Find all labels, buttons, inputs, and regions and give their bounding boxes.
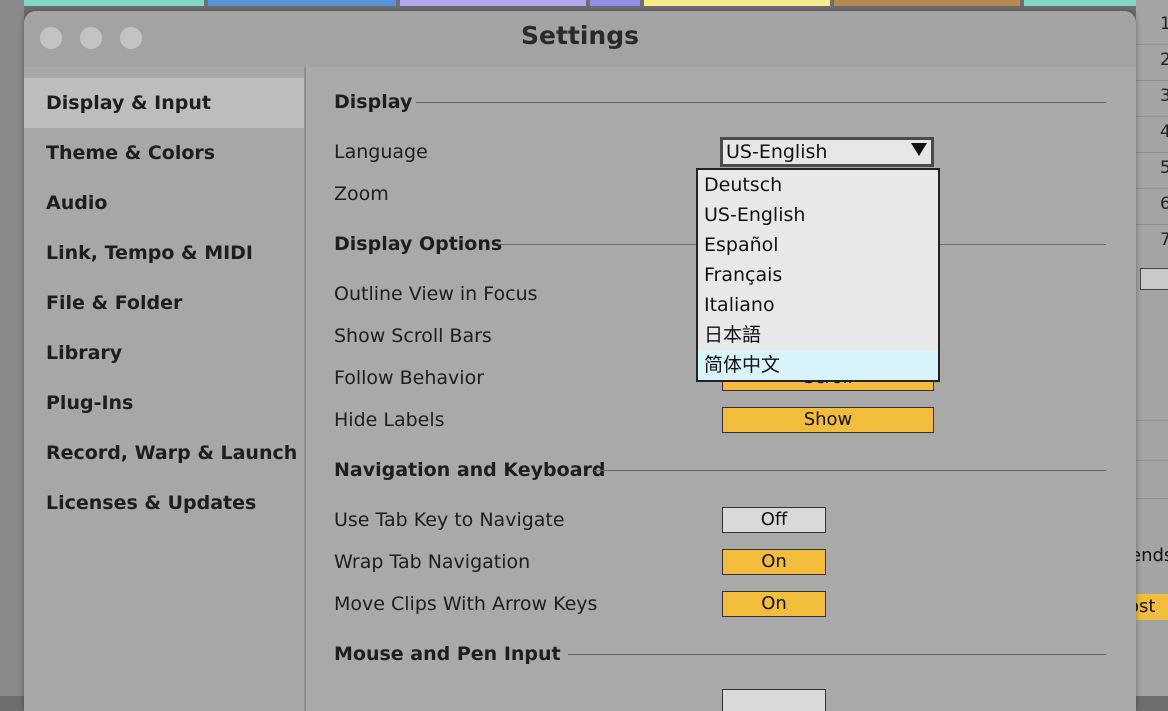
chevron-down-icon (911, 143, 927, 156)
sidebar-item-library[interactable]: Library (24, 328, 304, 378)
move-clips-label: Move Clips With Arrow Keys (334, 593, 598, 615)
background-text-fragment: ends (1136, 545, 1168, 566)
section-heading-display-options: Display Options (334, 233, 503, 255)
hide-labels-toggle[interactable]: Show (722, 407, 934, 433)
hide-labels-label: Hide Labels (334, 409, 445, 431)
section-divider (594, 470, 1106, 471)
track-number: 3 (1160, 86, 1168, 106)
track-number: 6 (1160, 194, 1168, 214)
settings-window: Settings Display & Input Theme & Colors … (24, 11, 1136, 711)
track-number: 5 (1160, 158, 1168, 178)
background-left-panel (0, 0, 24, 696)
language-option[interactable]: 日本語 (698, 320, 938, 350)
sidebar-item-file-folder[interactable]: File & Folder (24, 278, 304, 328)
language-option[interactable]: Español (698, 230, 938, 260)
wrap-tab-label: Wrap Tab Navigation (334, 551, 531, 573)
background-clip-strip (644, 0, 830, 6)
settings-content: Display Language US-English Zoom Display… (306, 67, 1136, 711)
settings-sidebar: Display & Input Theme & Colors Audio Lin… (24, 67, 306, 711)
sidebar-item-audio[interactable]: Audio (24, 178, 304, 228)
track-number: 1 (1160, 14, 1168, 34)
background-clip-strip (400, 0, 586, 6)
language-option[interactable]: Deutsch (698, 170, 938, 200)
language-option[interactable]: Italiano (698, 290, 938, 320)
tab-navigate-label: Use Tab Key to Navigate (334, 509, 565, 531)
sidebar-item-display-input[interactable]: Display & Input (24, 78, 304, 128)
section-heading-mouse-pen: Mouse and Pen Input (334, 643, 561, 665)
section-divider (568, 654, 1106, 655)
track-number: 2 (1160, 50, 1168, 70)
background-clip-strip (834, 0, 1020, 6)
language-option[interactable]: Français (698, 260, 938, 290)
title-bar: Settings (24, 11, 1136, 67)
background-track-panel: 1 2 3 4 5 6 7 ends ost (1136, 0, 1168, 696)
background-clip-strip (24, 0, 204, 6)
move-clips-toggle[interactable]: On (722, 591, 826, 617)
language-option[interactable]: US-English (698, 200, 938, 230)
outline-view-label: Outline View in Focus (334, 283, 538, 305)
language-dropdown-menu: Deutsch US-English Español Français Ital… (696, 168, 940, 382)
sidebar-item-plug-ins[interactable]: Plug-Ins (24, 378, 304, 428)
show-scroll-bars-label: Show Scroll Bars (334, 325, 492, 347)
wrap-tab-toggle[interactable]: On (722, 549, 826, 575)
language-select-value: US-English (726, 141, 828, 163)
track-number: 7 (1160, 230, 1168, 250)
follow-behavior-label: Follow Behavior (334, 367, 485, 389)
window-title: Settings (520, 21, 639, 50)
background-clip-strip (208, 0, 396, 6)
track-number: 4 (1160, 122, 1168, 142)
background-play-button[interactable] (1140, 268, 1168, 290)
background-clip-strip (590, 0, 640, 6)
section-divider (416, 102, 1106, 103)
sidebar-item-link-tempo-midi[interactable]: Link, Tempo & MIDI (24, 228, 304, 278)
section-heading-navigation: Navigation and Keyboard (334, 459, 606, 481)
sidebar-item-record-warp-launch[interactable]: Record, Warp & Launch (24, 428, 304, 478)
tab-navigate-toggle[interactable]: Off (722, 507, 826, 533)
language-option-highlighted[interactable]: 简体中文 (698, 350, 938, 380)
language-select[interactable]: US-English (720, 137, 934, 167)
section-heading-display: Display (334, 91, 413, 113)
sidebar-item-theme-colors[interactable]: Theme & Colors (24, 128, 304, 178)
language-label: Language (334, 141, 428, 163)
background-text-fragment: ost (1136, 596, 1156, 617)
sidebar-item-licenses-updates[interactable]: Licenses & Updates (24, 478, 304, 528)
mouse-pen-toggle[interactable] (722, 689, 826, 711)
zoom-label: Zoom (334, 183, 389, 205)
